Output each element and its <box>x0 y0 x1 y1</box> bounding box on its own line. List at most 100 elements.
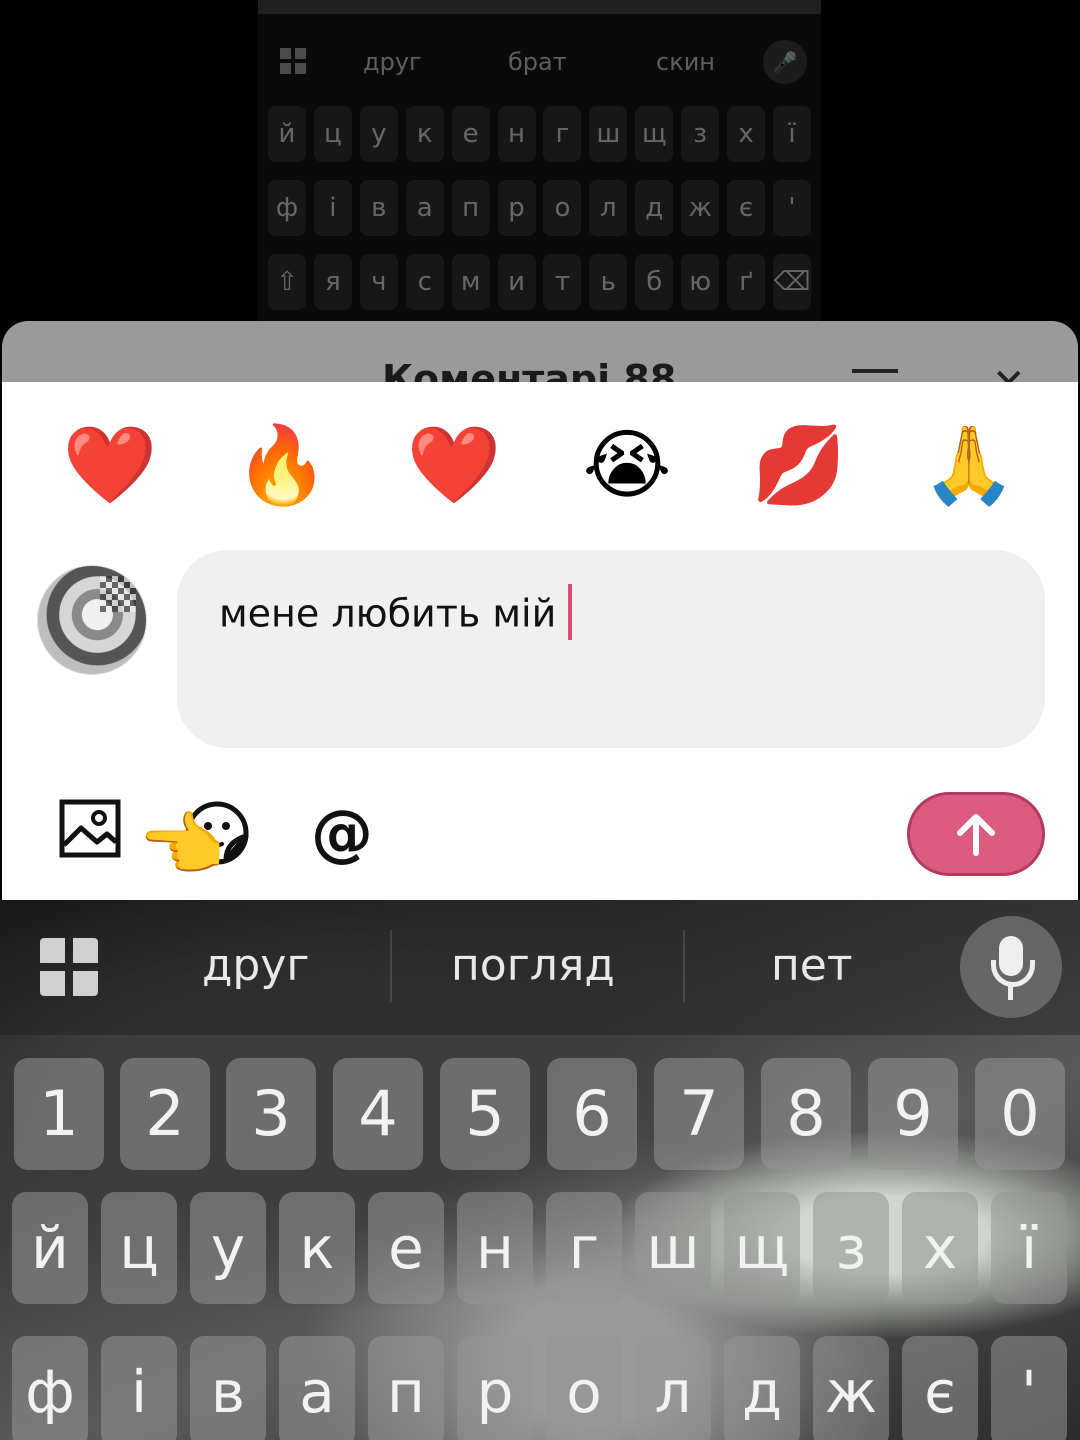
key[interactable]: 0 <box>975 1058 1065 1170</box>
send-button[interactable] <box>907 792 1045 876</box>
preview-key: п <box>451 180 490 236</box>
suggestion-bar: друг погляд пет <box>0 900 1080 1035</box>
preview-key: щ <box>635 106 674 162</box>
key[interactable]: 1 <box>14 1058 104 1170</box>
key[interactable]: ц <box>101 1192 177 1304</box>
preview-key: ⌫ <box>772 254 811 310</box>
key[interactable]: є <box>902 1336 978 1440</box>
preview-key: ї <box>772 106 811 162</box>
preview-key: ' <box>772 180 811 236</box>
key[interactable]: 3 <box>226 1058 316 1170</box>
key[interactable]: 4 <box>333 1058 423 1170</box>
key[interactable]: 5 <box>440 1058 530 1170</box>
image-icon[interactable] <box>59 798 129 868</box>
key[interactable]: ж <box>813 1336 889 1440</box>
key[interactable]: ш <box>635 1192 711 1304</box>
preview-key: т <box>543 254 582 310</box>
key[interactable]: г <box>546 1192 622 1304</box>
preview-key: и <box>497 254 536 310</box>
preview-key: ж <box>681 180 720 236</box>
avatar <box>37 565 147 675</box>
keyboard: друг погляд пет 1 2 3 4 5 6 7 8 9 0 й ц … <box>0 900 1080 1440</box>
preview-suggestion: друг <box>363 48 422 76</box>
preview-key: г <box>543 106 582 162</box>
key[interactable]: і <box>101 1336 177 1440</box>
keyboard-menu-icon[interactable] <box>40 938 98 996</box>
preview-grid-icon <box>280 48 306 74</box>
key[interactable]: л <box>635 1336 711 1440</box>
preview-keyboard: друг брат скин 🎤 й ц у к е н г ш щ з х ї… <box>258 0 821 330</box>
preview-key: і <box>313 180 352 236</box>
emoji-reaction-bar: ❤️ 🔥 ❤️ 😭 💋 🙏 <box>2 420 1078 510</box>
key[interactable]: 2 <box>120 1058 210 1170</box>
emoji-crying-button[interactable]: 😭 <box>582 420 672 510</box>
emoji-heart-button[interactable]: ❤️ <box>63 420 158 510</box>
preview-key: ф <box>268 180 306 236</box>
comments-header: Коментарі 88 ✕ <box>2 321 1078 391</box>
key[interactable]: х <box>902 1192 978 1304</box>
key[interactable]: в <box>190 1336 266 1440</box>
key[interactable]: 9 <box>868 1058 958 1170</box>
key[interactable]: 7 <box>654 1058 744 1170</box>
suggestion-word[interactable]: пет <box>771 940 852 991</box>
emoji-fire-button[interactable]: 🔥 <box>235 420 330 510</box>
preview-key: й <box>268 106 306 162</box>
arrow-up-icon <box>957 814 995 856</box>
preview-key: о <box>543 180 582 236</box>
preview-key: б <box>635 254 674 310</box>
key[interactable]: п <box>368 1336 444 1440</box>
suggestion-divider <box>683 930 685 1002</box>
preview-key: м <box>451 254 490 310</box>
key[interactable]: а <box>279 1336 355 1440</box>
preview-key: в <box>359 180 398 236</box>
preview-key: є <box>727 180 766 236</box>
key[interactable]: й <box>12 1192 88 1304</box>
comment-input-value: мене любить мій <box>219 591 557 636</box>
preview-key-row: й ц у к е н г ш щ з х ї <box>268 106 811 162</box>
preview-suggestion: скин <box>656 48 715 76</box>
preview-key: з <box>681 106 720 162</box>
key[interactable]: ф <box>12 1336 88 1440</box>
suggestion-word[interactable]: погляд <box>451 940 615 991</box>
key[interactable]: к <box>279 1192 355 1304</box>
preview-key: ц <box>313 106 352 162</box>
preview-key: с <box>405 254 444 310</box>
key[interactable]: щ <box>724 1192 800 1304</box>
preview-key: ю <box>681 254 720 310</box>
key[interactable]: з <box>813 1192 889 1304</box>
comment-input[interactable]: мене любить мій <box>177 550 1045 748</box>
mention-icon[interactable]: @ <box>307 798 377 868</box>
preview-key: х <box>727 106 766 162</box>
preview-key: а <box>405 180 444 236</box>
preview-key: я <box>313 254 352 310</box>
comment-input-text: мене любить мій <box>219 584 573 644</box>
pointing-hand-icon: 👈 <box>138 804 226 886</box>
preview-key: л <box>589 180 628 236</box>
key[interactable]: ї <box>991 1192 1067 1304</box>
key[interactable]: р <box>457 1336 533 1440</box>
preview-mic-icon: 🎤 <box>763 40 807 84</box>
preview-key: е <box>451 106 490 162</box>
key[interactable]: е <box>368 1192 444 1304</box>
preview-key: к <box>405 106 444 162</box>
suggestion-word[interactable]: друг <box>202 940 310 991</box>
key[interactable]: о <box>546 1336 622 1440</box>
emoji-kiss-button[interactable]: 💋 <box>752 420 847 510</box>
preview-key: ґ <box>727 254 766 310</box>
key[interactable]: 8 <box>761 1058 851 1170</box>
preview-key: д <box>635 180 674 236</box>
emoji-pray-button[interactable]: 🙏 <box>922 420 1017 510</box>
key[interactable]: у <box>190 1192 266 1304</box>
preview-key: ⇧ <box>268 254 306 310</box>
microphone-icon[interactable] <box>960 916 1062 1018</box>
preview-key-row: ⇧ я ч с м и т ь б ю ґ ⌫ <box>268 254 811 310</box>
preview-key: н <box>497 106 536 162</box>
key[interactable]: 6 <box>547 1058 637 1170</box>
key[interactable]: ' <box>991 1336 1067 1440</box>
key[interactable]: н <box>457 1192 533 1304</box>
preview-key: ш <box>589 106 628 162</box>
preview-key: р <box>497 180 536 236</box>
emoji-heart-button[interactable]: ❤️ <box>407 420 502 510</box>
preview-suggestion: брат <box>508 48 567 76</box>
key[interactable]: д <box>724 1336 800 1440</box>
